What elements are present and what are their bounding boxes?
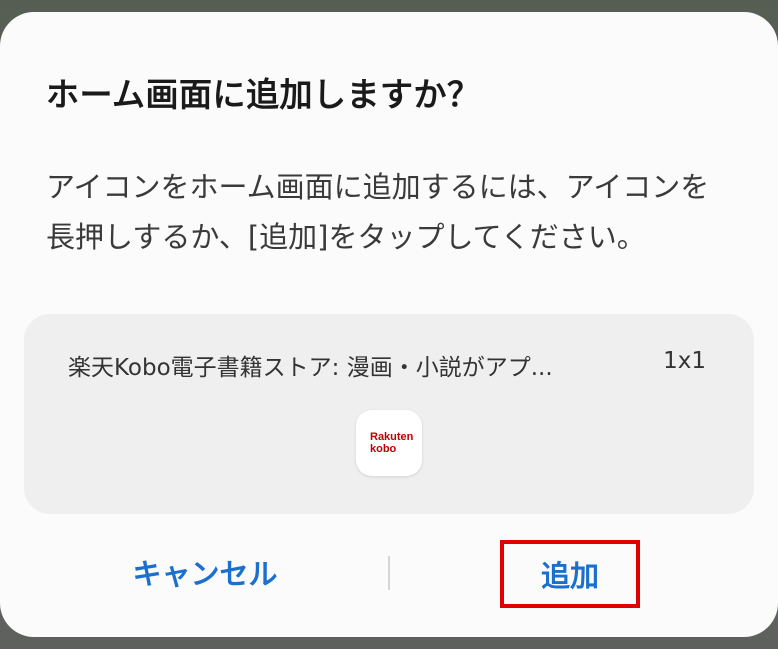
app-logo-line-2: kobo — [370, 443, 397, 455]
add-to-home-dialog: ホーム画面に追加しますか？ アイコンをホーム画面に追加するには、アイコンを長押し… — [0, 12, 778, 637]
add-button[interactable]: 追加 — [500, 540, 640, 608]
dialog-message: アイコンをホーム画面に追加するには、アイコンを長押しするか、[追加]をタップして… — [46, 170, 710, 254]
widget-preview-card[interactable]: 楽天Kobo電子書籍ストア: 漫画・小説がアプ... 1x1 Rakuten k… — [24, 314, 754, 514]
action-divider — [388, 556, 390, 590]
widget-size-label: 1x1 — [663, 348, 706, 374]
dialog-actions: キャンセル 追加 — [0, 532, 778, 612]
app-logo-line-1: Rakuten — [370, 431, 414, 443]
rakuten-kobo-app-icon[interactable]: Rakuten kobo — [356, 410, 422, 476]
widget-app-name: 楽天Kobo電子書籍ストア: 漫画・小説がアプ... — [68, 355, 553, 381]
cancel-button[interactable]: キャンセル — [110, 532, 300, 612]
dialog-title: ホーム画面に追加しますか？ — [46, 75, 481, 114]
